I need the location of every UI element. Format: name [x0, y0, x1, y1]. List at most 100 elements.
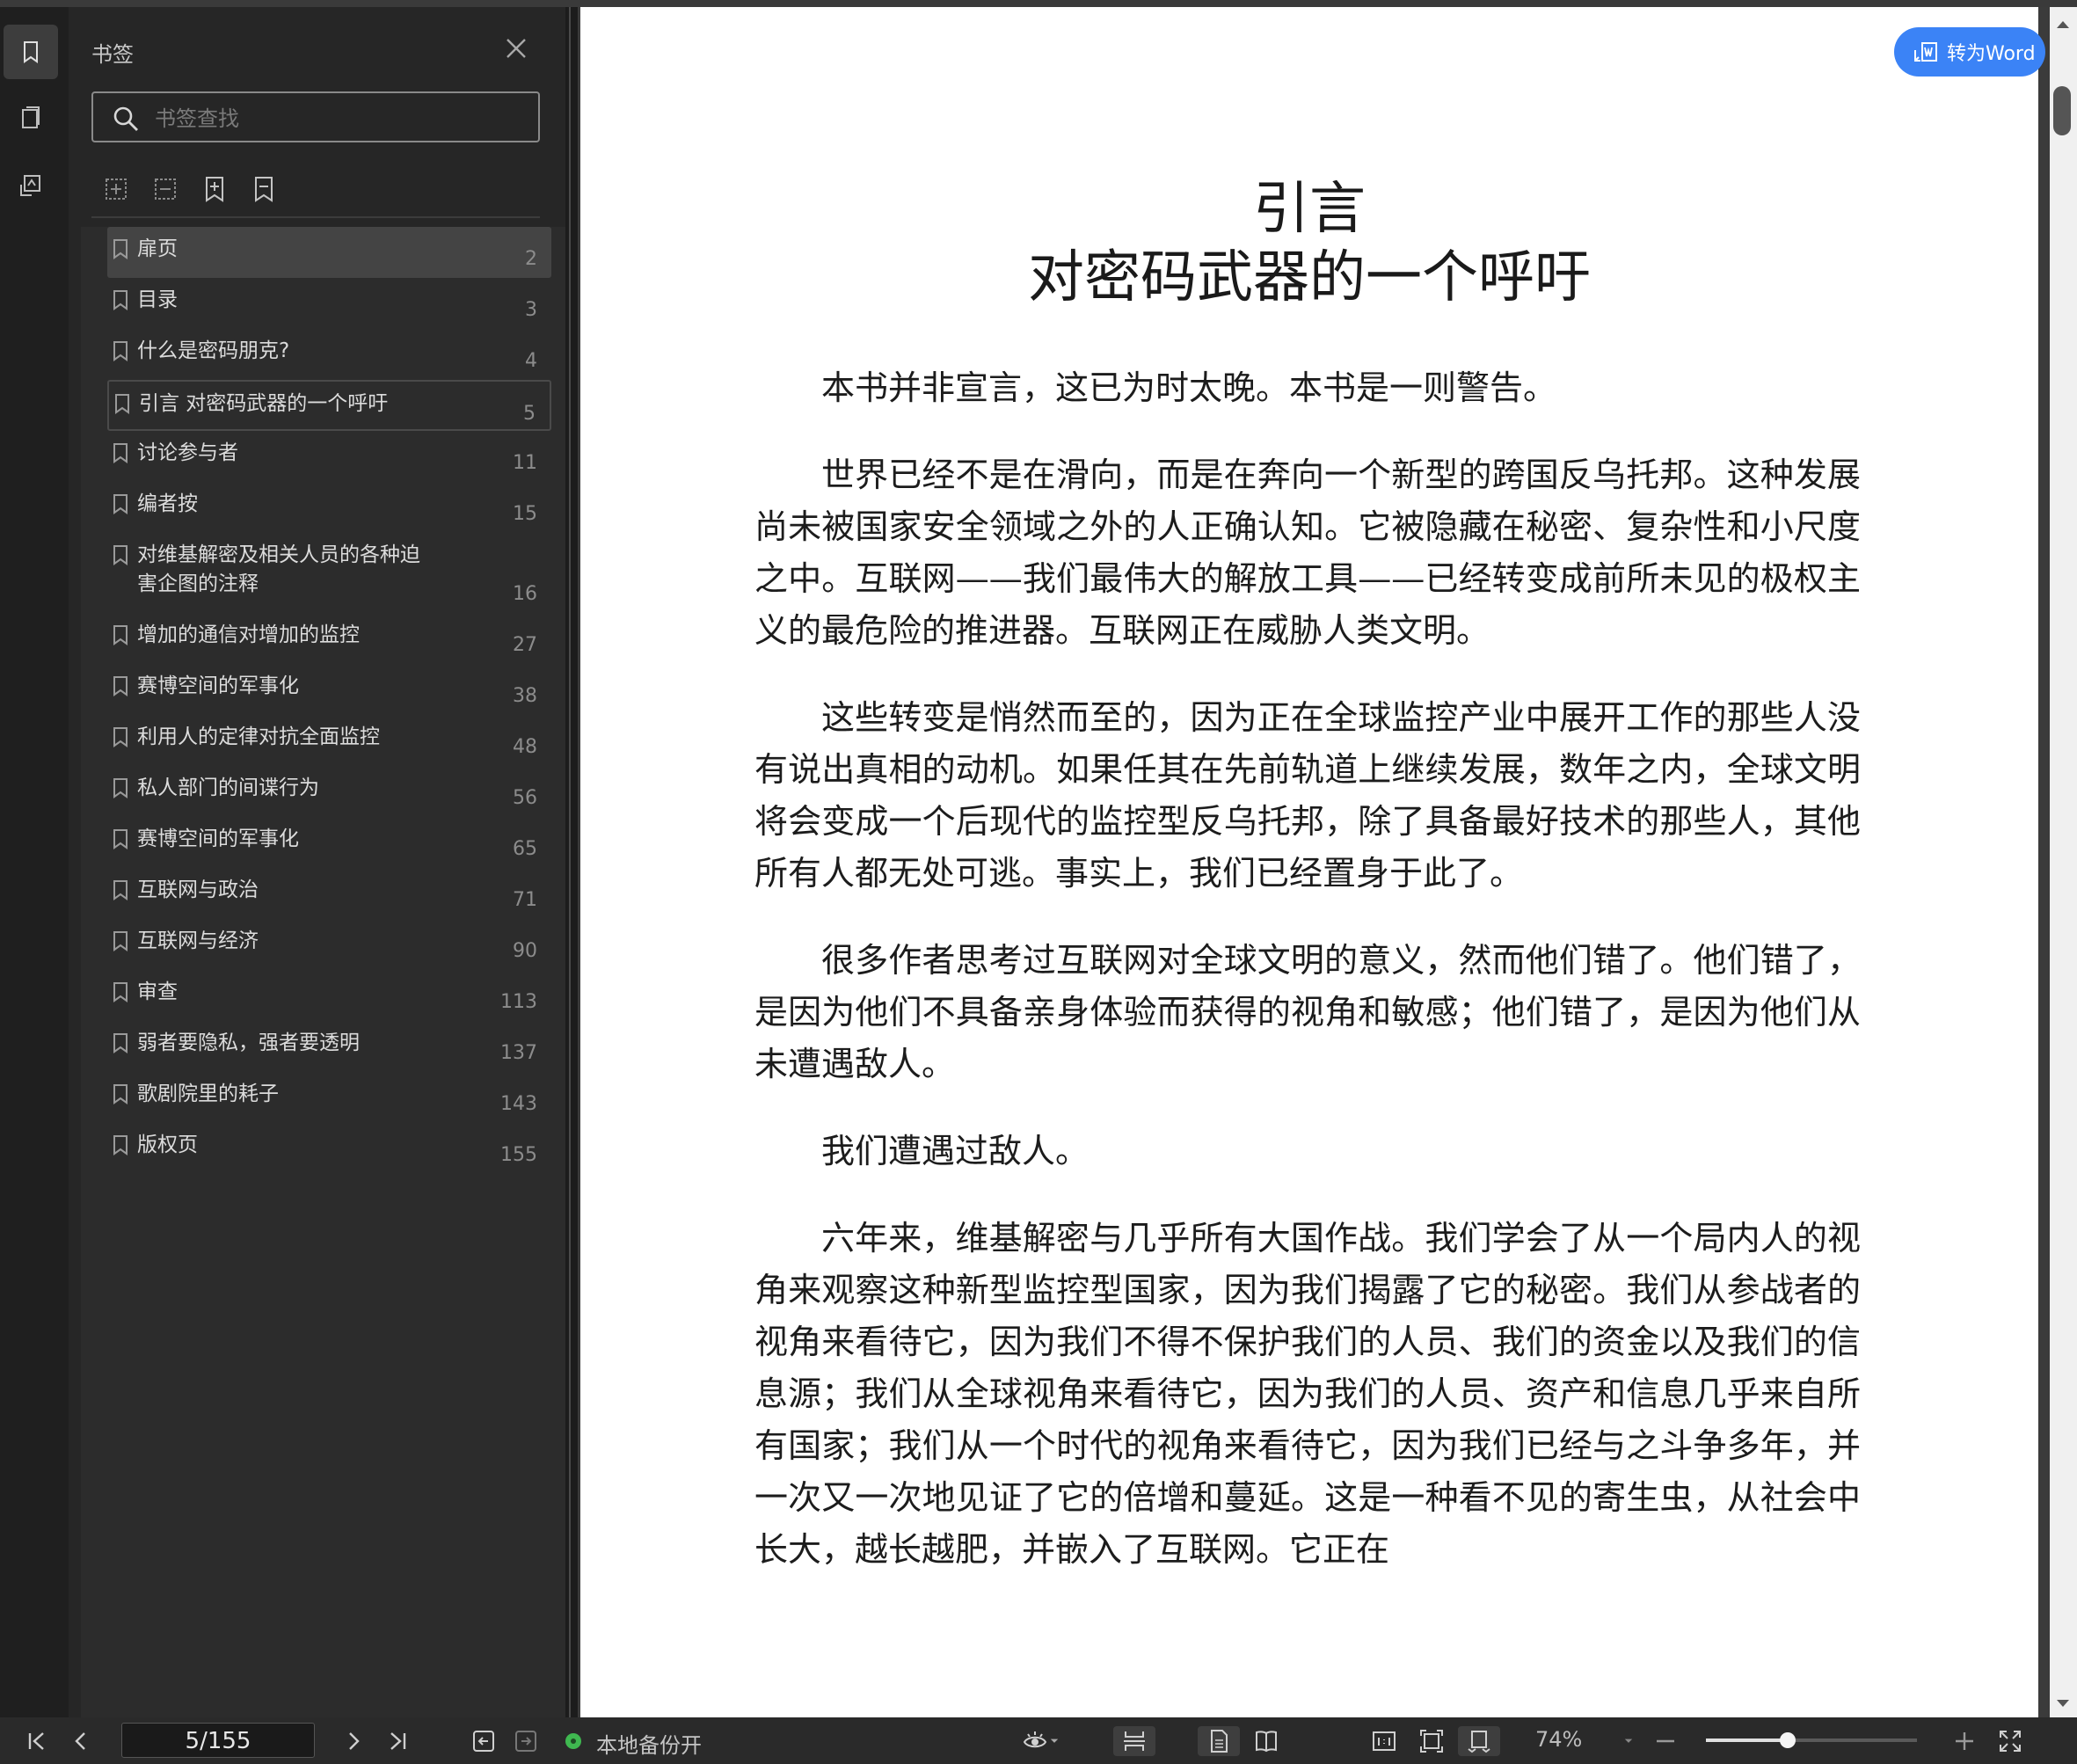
bookmark-page-number: 3 — [525, 299, 537, 321]
add-bookmark-button[interactable] — [200, 174, 229, 204]
fullscreen-button[interactable] — [1993, 1726, 2028, 1756]
bookmark-label: 对维基解密及相关人员的各种迫害企图的注释 — [137, 543, 420, 595]
bookmark-icon — [113, 341, 128, 361]
first-page-button[interactable] — [19, 1726, 55, 1756]
bookmark-panel-button[interactable] — [4, 25, 58, 79]
scroll-up-arrow-icon[interactable] — [2057, 21, 2069, 28]
bookmark-page-number: 38 — [513, 685, 537, 707]
bookmark-label: 扉页 — [137, 237, 178, 260]
zoom-level[interactable]: 74% — [1535, 1727, 1582, 1752]
bookmark-label: 目录 — [137, 288, 178, 311]
fullscreen-icon — [2000, 1731, 2021, 1752]
bookmark-item[interactable]: 赛博空间的军事化 65 — [107, 817, 551, 868]
expand-all-button[interactable] — [102, 174, 130, 204]
bookmark-item[interactable]: 引言 对密码武器的一个呼吁 5 — [107, 380, 551, 431]
zoom-in-button[interactable] — [1949, 1726, 1980, 1756]
last-page-button[interactable] — [380, 1726, 415, 1756]
actual-size-icon — [1373, 1731, 1396, 1751]
next-page-button[interactable] — [336, 1726, 371, 1756]
bookmark-item[interactable]: 什么是密码朋克? 4 — [107, 329, 551, 380]
bookmark-icon — [113, 239, 128, 259]
scrollbar-thumb[interactable] — [2053, 86, 2071, 135]
bookmark-page-number: 65 — [513, 838, 537, 860]
bookmark-label: 审查 — [137, 980, 178, 1003]
bookmark-item[interactable]: 歌剧院里的耗子 143 — [107, 1072, 551, 1123]
bookmark-item[interactable]: 私人部门的间谍行为 56 — [107, 766, 551, 817]
bookmark-item[interactable]: 讨论参与者 11 — [107, 431, 551, 482]
back-button[interactable] — [466, 1726, 501, 1756]
collapse-all-icon — [155, 179, 176, 200]
panel-title: 书签 — [91, 42, 134, 67]
two-page-button[interactable] — [1245, 1726, 1287, 1756]
bookmark-item[interactable]: 利用人的定律对抗全面监控 48 — [107, 715, 551, 766]
bookmark-item[interactable]: 弱者要隐私，强者要透明 137 — [107, 1021, 551, 1072]
remove-bookmark-button[interactable] — [250, 174, 278, 204]
back-arrow-icon — [473, 1731, 494, 1752]
collapse-all-button[interactable] — [151, 174, 179, 204]
bookmark-item[interactable]: 编者按 15 — [107, 482, 551, 533]
bookmark-icon — [113, 778, 128, 798]
page-number-input[interactable]: 5/155 — [121, 1723, 315, 1758]
single-page-icon — [1211, 1730, 1228, 1753]
panel-splitter[interactable] — [565, 7, 578, 1717]
status-bar: 5/155 本地备份开 74% — [0, 1717, 2077, 1764]
bookmark-item[interactable]: 目录 3 — [107, 278, 551, 329]
bookmark-item[interactable]: 对维基解密及相关人员的各种迫害企图的注释 16 — [107, 533, 551, 613]
close-icon[interactable] — [503, 35, 529, 62]
paragraph: 很多作者思考过互联网对全球文明的意义，然而他们错了。他们错了，是因为他们不具备亲… — [754, 941, 1861, 1083]
last-page-icon — [390, 1732, 406, 1750]
bookmark-page-number: 90 — [513, 940, 537, 962]
bookmark-item[interactable]: 审查 113 — [107, 970, 551, 1021]
forward-button[interactable] — [508, 1726, 543, 1756]
eye-protection-button[interactable] — [1017, 1726, 1066, 1756]
scroll-down-arrow-icon[interactable] — [2057, 1700, 2069, 1707]
remove-bookmark-icon — [255, 177, 273, 202]
previous-page-button[interactable] — [63, 1726, 98, 1756]
zoom-slider-handle[interactable] — [1780, 1732, 1796, 1748]
continuous-scroll-button[interactable] — [1113, 1726, 1155, 1756]
paragraph: 世界已经不是在滑向，而是在奔向一个新型的跨国反乌托邦。这种发展尚未被国家安全领域… — [754, 456, 1861, 650]
bookmark-search-input[interactable] — [153, 100, 526, 137]
bookmark-item[interactable]: 赛博空间的军事化 38 — [107, 664, 551, 715]
bookmark-item[interactable]: 互联网与经济 90 — [107, 919, 551, 970]
bookmark-icon — [113, 494, 128, 514]
chevron-down-icon — [1050, 1738, 1059, 1743]
bookmark-page-number: 56 — [513, 787, 537, 809]
add-bookmark-icon — [206, 177, 223, 202]
fit-width-button[interactable] — [1458, 1726, 1500, 1756]
actual-size-button[interactable] — [1365, 1726, 1403, 1756]
bookmark-item[interactable]: 增加的通信对增加的监控 27 — [107, 613, 551, 664]
bookmark-icon — [113, 1033, 128, 1053]
toolbar-divider — [91, 216, 540, 218]
bookmark-label: 私人部门的间谍行为 — [137, 776, 319, 799]
bookmark-item[interactable]: 互联网与政治 71 — [107, 868, 551, 919]
convert-to-word-button[interactable]: 转为Word — [1894, 27, 2045, 77]
bookmark-label: 引言 对密码武器的一个呼吁 — [139, 392, 389, 415]
bookmark-label: 讨论参与者 — [137, 441, 238, 464]
annotation-panel-button[interactable] — [4, 158, 58, 213]
bookmark-item[interactable]: 版权页 155 — [107, 1123, 551, 1174]
thumbnail-panel-button[interactable] — [4, 91, 58, 146]
zoom-dropdown-button[interactable] — [1620, 1726, 1637, 1756]
bookmark-label: 互联网与经济 — [137, 929, 259, 952]
eye-icon — [1023, 1731, 1047, 1748]
bookmark-label: 什么是密码朋克? — [137, 339, 290, 362]
chevron-right-icon — [349, 1732, 360, 1750]
zoom-out-button[interactable] — [1650, 1726, 1681, 1756]
bookmark-page-number: 71 — [513, 889, 537, 911]
bookmark-icon — [113, 676, 128, 696]
bookmark-icon — [113, 727, 128, 747]
window-top-edge — [0, 0, 2077, 7]
bookmark-item[interactable]: 扉页 2 — [107, 227, 551, 278]
bookmark-page-number: 15 — [513, 503, 537, 525]
bookmark-label: 增加的通信对增加的监控 — [137, 623, 360, 646]
single-page-button[interactable] — [1198, 1726, 1240, 1756]
bookmark-page-number: 5 — [523, 403, 536, 425]
forward-arrow-icon — [515, 1731, 536, 1752]
minus-icon — [1657, 1739, 1674, 1743]
bookmark-panel: 书签 扉页 2 目录 3 什么是密码朋克? 4 引言 对密码武器的一个呼吁 5 讨论参与者 11 编… — [69, 7, 565, 1717]
vertical-scrollbar[interactable] — [2050, 7, 2077, 1717]
fit-page-button[interactable] — [1412, 1726, 1451, 1756]
bookmark-search-box — [91, 91, 540, 142]
backup-status-label[interactable]: 本地备份开 — [596, 1728, 702, 1759]
